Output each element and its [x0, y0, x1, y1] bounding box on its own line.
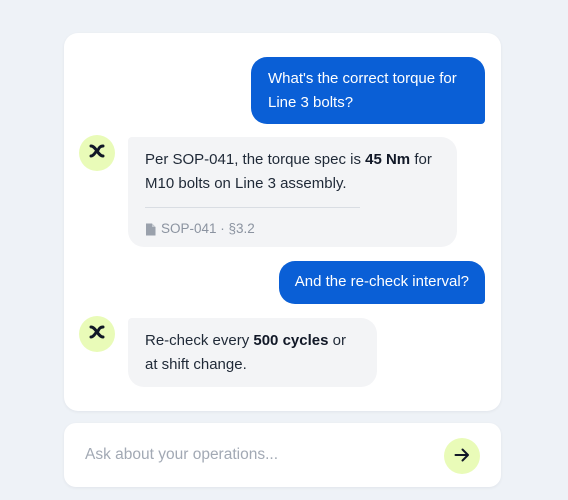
source-label: SOP-041 · §3.2 [161, 221, 255, 236]
assistant-message: Re-check every 500 cycles or at shift ch… [128, 318, 377, 387]
user-message: What's the correct torque for Line 3 bol… [251, 57, 485, 124]
chat-panel: What's the correct torque for Line 3 bol… [64, 33, 501, 411]
source-divider [145, 207, 360, 208]
interval-value: 500 cycles [253, 332, 329, 349]
assistant-avatar [79, 316, 115, 352]
assistant-message-text: Per SOP-041, the torque spec is 45 Nm fo… [145, 151, 432, 192]
send-button[interactable] [444, 438, 480, 474]
source-citation[interactable]: SOP-041 · §3.2 [145, 217, 440, 241]
torque-value: 45 Nm [365, 151, 411, 168]
assistant-logo-icon [88, 143, 106, 164]
assistant-message-text: Re-check every 500 cycles or at shift ch… [145, 332, 346, 373]
user-message: And the re-check interval? [278, 261, 485, 304]
composer [64, 423, 501, 487]
document-icon [145, 223, 156, 236]
assistant-message: Per SOP-041, the torque spec is 45 Nm fo… [128, 137, 457, 247]
arrow-right-icon [454, 448, 470, 465]
user-message-text: And the re-check interval? [294, 273, 469, 290]
assistant-avatar [79, 135, 115, 171]
assistant-logo-icon [88, 324, 106, 345]
user-message-text: What's the correct torque for Line 3 bol… [268, 70, 457, 111]
message-input[interactable] [85, 443, 425, 467]
